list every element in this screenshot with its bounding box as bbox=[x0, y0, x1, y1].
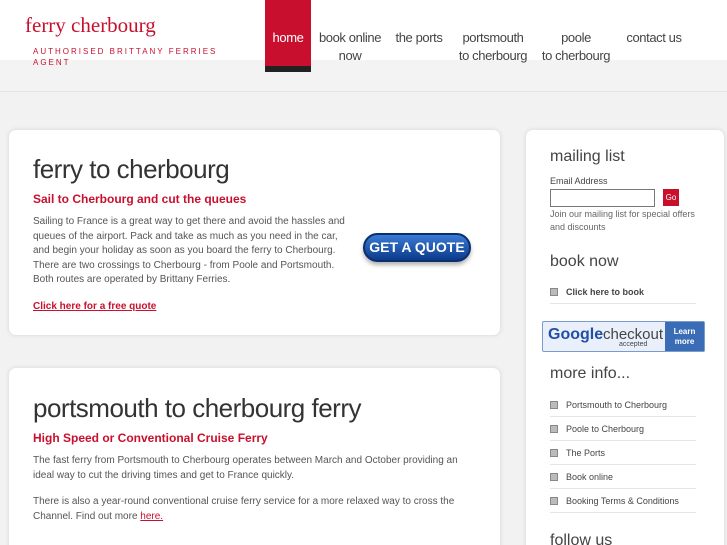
portsmouth-cherbourg-panel: portsmouth to cherbourg ferry High Speed… bbox=[8, 367, 501, 545]
bullet-icon bbox=[550, 449, 558, 457]
google-checkout-badge[interactable]: Google checkout accepted Learn more bbox=[542, 321, 705, 352]
click-here-to-book-link[interactable]: Click here to book bbox=[550, 280, 696, 304]
learn-text: Learn bbox=[673, 327, 696, 336]
site-tagline: AUTHORISED BRITTANY FERRIES AGENT bbox=[33, 47, 218, 67]
panel2-subtitle: High Speed or Conventional Cruise Ferry bbox=[33, 431, 268, 445]
nav-portsmouth-line2: to cherbourg bbox=[458, 48, 528, 63]
more-link-portsmouth[interactable]: Portsmouth to Cherbourg bbox=[550, 393, 696, 417]
more-link-label: Booking Terms & Conditions bbox=[566, 496, 679, 506]
nav-book-online-line1: book online bbox=[318, 30, 382, 45]
nav-home[interactable]: home bbox=[265, 0, 311, 72]
learn-more-button[interactable]: Learn more bbox=[665, 322, 704, 351]
more-link-poole[interactable]: Poole to Cherbourg bbox=[550, 417, 696, 441]
more-link-terms[interactable]: Booking Terms & Conditions bbox=[550, 489, 696, 513]
free-quote-link[interactable]: Click here for a free quote bbox=[33, 301, 156, 312]
bullet-icon bbox=[550, 425, 558, 433]
email-field[interactable] bbox=[550, 189, 655, 207]
panel1-title: ferry to cherbourg bbox=[33, 154, 230, 184]
find-out-more-link[interactable]: here. bbox=[140, 511, 163, 522]
nav-the-ports[interactable]: the ports bbox=[392, 0, 446, 72]
nav-home-label: home bbox=[272, 30, 304, 45]
nav-contact[interactable]: contact us bbox=[623, 0, 685, 72]
ferry-to-cherbourg-panel: ferry to cherbourg Sail to Cherbourg and… bbox=[8, 129, 501, 336]
nav-poole-line1: poole bbox=[561, 30, 591, 45]
nav-contact-label: contact us bbox=[626, 30, 682, 45]
nav-poole-line2: to cherbourg bbox=[541, 48, 611, 63]
google-logo-text: Google bbox=[548, 326, 604, 343]
site-logo[interactable]: ferry cherbourg bbox=[25, 13, 156, 38]
book-link-label: Click here to book bbox=[566, 287, 645, 297]
more-link-label: The Ports bbox=[566, 448, 606, 458]
more-info-title: more info... bbox=[550, 365, 631, 382]
panel1-body: Sailing to France is a great way to get … bbox=[33, 216, 345, 286]
book-now-title: book now bbox=[550, 253, 619, 270]
accepted-text: accepted bbox=[619, 341, 648, 348]
panel2-body1: The fast ferry from Portsmouth to Cherbo… bbox=[33, 455, 458, 481]
mailing-note: Join our mailing list for special offers… bbox=[550, 209, 695, 232]
bullet-icon bbox=[550, 497, 558, 505]
nav-book-online[interactable]: book online now bbox=[317, 0, 383, 72]
sidebar: mailing list Email Address Go Join our m… bbox=[525, 129, 725, 545]
more-link-the-ports[interactable]: The Ports bbox=[550, 441, 696, 465]
more-link-book-online[interactable]: Book online bbox=[550, 465, 696, 489]
more-link-label: Book online bbox=[566, 472, 614, 482]
bullet-icon bbox=[550, 473, 558, 481]
bullet-icon bbox=[550, 288, 558, 296]
get-a-quote-button[interactable]: GET A QUOTE bbox=[363, 233, 471, 262]
nav-poole[interactable]: poole to cherbourg bbox=[540, 0, 612, 72]
more-link-label: Portsmouth to Cherbourg bbox=[566, 400, 668, 410]
nav-the-ports-label: the ports bbox=[395, 30, 443, 45]
bullet-icon bbox=[550, 401, 558, 409]
panel2-title: portsmouth to cherbourg ferry bbox=[33, 393, 362, 423]
follow-us-title: follow us bbox=[550, 532, 613, 545]
panel1-subtitle: Sail to Cherbourg and cut the queues bbox=[33, 192, 247, 206]
panel2-body2-text: There is also a year-round conventional … bbox=[33, 496, 455, 522]
panel2-body2: There is also a year-round conventional … bbox=[33, 495, 481, 524]
nav-portsmouth-line1: portsmouth bbox=[462, 30, 524, 45]
email-label: Email Address bbox=[550, 176, 608, 186]
more-text: more bbox=[674, 337, 695, 346]
more-link-label: Poole to Cherbourg bbox=[566, 424, 645, 434]
header: ferry cherbourg AUTHORISED BRITTANY FERR… bbox=[0, 0, 727, 92]
nav-book-online-line2: now bbox=[338, 48, 362, 63]
go-button[interactable]: Go bbox=[663, 189, 679, 206]
nav-portsmouth[interactable]: portsmouth to cherbourg bbox=[457, 0, 529, 72]
mailing-list-title: mailing list bbox=[550, 148, 625, 165]
